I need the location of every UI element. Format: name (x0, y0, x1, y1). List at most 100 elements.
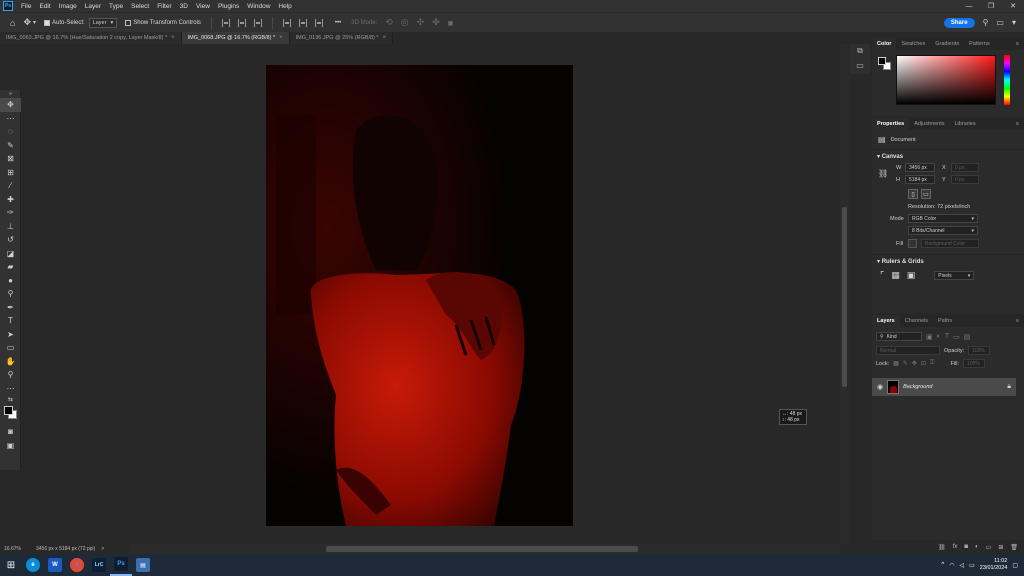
group-icon[interactable]: ▭ (986, 544, 992, 551)
align-center-icon[interactable] (237, 18, 246, 27)
landscape-orientation-button[interactable]: ▭ (921, 189, 931, 199)
auto-select-checkbox[interactable] (44, 19, 50, 26)
tab-img-0068[interactable]: IMG_0068.JPG @ 16.7% (RGB/8) * × (181, 32, 290, 44)
lock-pixels-icon[interactable]: ✎ (903, 360, 908, 367)
menu-window[interactable]: Window (243, 3, 274, 10)
tab-layers[interactable]: Layers (872, 315, 900, 327)
brush-tool-icon[interactable]: ✑ (0, 206, 21, 220)
minimize-button[interactable]: — (958, 3, 980, 10)
grid-icon[interactable]: ▦ (891, 270, 900, 281)
tab-color[interactable]: Color (872, 38, 897, 50)
panel-menu-icon[interactable]: ≡ (1011, 38, 1024, 50)
menu-3d[interactable]: 3D (176, 3, 192, 10)
chevron-up-icon[interactable]: ^ (941, 562, 944, 568)
clock[interactable]: 11:02 23/01/2024 (980, 558, 1008, 572)
width-field[interactable]: 3456 px (905, 163, 935, 172)
workspace-icon[interactable]: ▭ (996, 18, 1004, 27)
move-tool-icon[interactable]: ✥ (23, 17, 31, 28)
blend-mode-dropdown[interactable]: Normal (876, 346, 940, 355)
comments-panel-icon[interactable]: ▭ (850, 58, 870, 72)
menu-view[interactable]: View (192, 3, 214, 10)
tab-gradients[interactable]: Gradients (930, 38, 964, 50)
toolbar-grip-icon[interactable]: » (0, 90, 21, 98)
status-menu-button[interactable]: > (101, 546, 104, 552)
gradient-tool-icon[interactable]: ▰ (0, 260, 21, 274)
more-options-button[interactable]: ••• (335, 20, 341, 26)
move-tool-icon[interactable]: ✥ (0, 98, 21, 112)
taskbar-chrome[interactable]: ● (66, 554, 88, 576)
color-panel-foreground-swatch[interactable] (878, 57, 886, 65)
pen-tool-icon[interactable]: ✒ (0, 301, 21, 315)
ruler-icon[interactable]: ⌜ (880, 270, 884, 281)
lock-all-icon[interactable]: ⚿ (930, 360, 935, 367)
zoom-tool-icon[interactable]: ⚲ (0, 368, 21, 382)
filter-pixel-icon[interactable]: ▣ (926, 333, 933, 341)
tab-patterns[interactable]: Patterns (964, 38, 994, 50)
align-left-icon[interactable] (221, 18, 230, 27)
tab-adjustments[interactable]: Adjustments (909, 118, 949, 130)
menu-file[interactable]: File (17, 3, 35, 10)
align-top-icon[interactable] (282, 18, 291, 27)
hand-tool-icon[interactable]: ✋ (0, 355, 21, 369)
fill-dropdown[interactable]: Background Color (921, 239, 979, 248)
wifi-icon[interactable]: ◠ (949, 562, 954, 569)
dodge-tool-icon[interactable]: ⚲ (0, 287, 21, 301)
eraser-tool-icon[interactable]: ◪ (0, 247, 21, 261)
zoom-level[interactable]: 16.67% (4, 546, 36, 552)
trash-icon[interactable]: 🗑︎ (1010, 544, 1018, 551)
bit-depth-dropdown[interactable]: 8 Bits/Channel ▾ (908, 226, 978, 235)
chevron-down-icon[interactable]: ▾ (1012, 18, 1016, 27)
rectangle-tool-icon[interactable]: ▭ (0, 341, 21, 355)
taskbar-word[interactable]: W (44, 554, 66, 576)
quick-selection-tool-icon[interactable]: ✎ (0, 139, 21, 153)
menu-type[interactable]: Type (105, 3, 127, 10)
new-layer-icon[interactable]: ⊞ (998, 544, 1003, 551)
filter-adjust-icon[interactable]: ◐ (937, 333, 941, 340)
filter-shape-icon[interactable]: ▭ (953, 333, 960, 341)
close-icon[interactable]: × (383, 35, 387, 41)
clone-stamp-tool-icon[interactable]: ⊥ (0, 220, 21, 234)
layer-style-icon[interactable]: fx (953, 544, 958, 550)
notifications-icon[interactable]: ▢ (1012, 562, 1018, 569)
units-dropdown[interactable]: Pixels ▾ (934, 271, 975, 280)
tab-channels[interactable]: Channels (900, 315, 933, 327)
tab-paths[interactable]: Paths (933, 315, 957, 327)
mode-dropdown[interactable]: RGB Color ▾ (908, 214, 978, 223)
visibility-eye-icon[interactable]: ◉ (877, 383, 883, 391)
menu-edit[interactable]: Edit (35, 3, 54, 10)
canvas-section-header[interactable]: ▾ Canvas (872, 150, 1024, 163)
panel-menu-icon[interactable]: ≡ (1011, 315, 1024, 327)
panel-menu-icon[interactable]: ≡ (1011, 118, 1024, 130)
add-mask-icon[interactable]: ◙ (964, 544, 968, 550)
align-middle-icon[interactable] (298, 18, 307, 27)
fill-swatch[interactable] (908, 239, 917, 248)
history-brush-tool-icon[interactable]: ↺ (0, 233, 21, 247)
windows-start-icon[interactable]: ⊞ (0, 554, 22, 576)
lock-artboard-icon[interactable]: ⊡ (921, 360, 926, 367)
foreground-color-swatch[interactable] (4, 406, 13, 415)
horizontal-scrollbar-thumb[interactable] (326, 546, 638, 552)
taskbar-photoshop[interactable]: Ps (110, 554, 132, 576)
taskbar-edge[interactable]: e (22, 554, 44, 576)
align-bottom-icon[interactable] (314, 18, 323, 27)
home-icon[interactable]: ⌂ (10, 18, 15, 28)
crop-tool-icon[interactable]: ⊠ (0, 152, 21, 166)
hue-slider[interactable] (1004, 55, 1010, 105)
guides-icon[interactable]: ▣ (907, 270, 916, 281)
edit-toolbar-icon[interactable]: ⋯ (0, 382, 21, 396)
tab-properties[interactable]: Properties (872, 118, 910, 130)
vertical-scrollbar-thumb[interactable] (842, 207, 847, 387)
document-image[interactable] (266, 65, 573, 526)
path-selection-tool-icon[interactable]: ➤ (0, 328, 21, 342)
lasso-tool-icon[interactable]: ◌ (0, 125, 21, 139)
align-right-icon[interactable] (253, 18, 262, 27)
history-panel-icon[interactable]: ⧉ (850, 44, 870, 58)
artboard-tool-icon[interactable]: ⋯ (0, 112, 21, 126)
screen-mode-icon[interactable]: ▣ (0, 439, 21, 453)
opacity-field[interactable]: 100% (968, 346, 991, 355)
swap-colors-icon[interactable]: ⇆ (0, 395, 21, 403)
close-icon[interactable]: × (171, 35, 175, 41)
color-picker-field[interactable] (896, 55, 996, 105)
filter-smart-icon[interactable]: ▤ (964, 333, 971, 341)
tab-img-0063[interactable]: IMG_0063.JPG @ 16.7% (Hue/Saturation 2 c… (0, 32, 182, 44)
